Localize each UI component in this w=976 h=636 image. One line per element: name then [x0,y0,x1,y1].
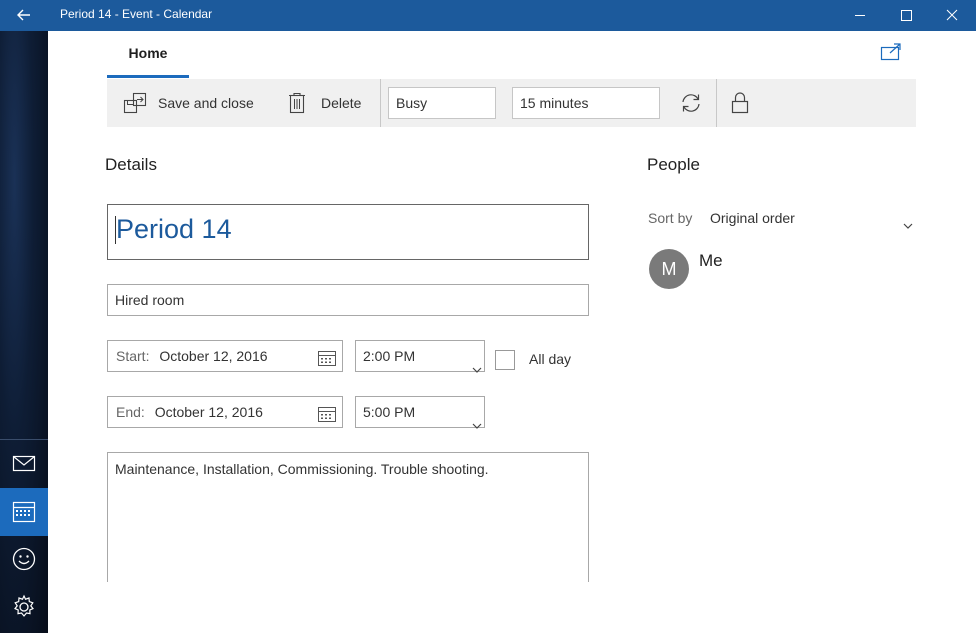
people-heading: People [647,155,700,174]
private-lock-button[interactable] [731,79,749,127]
save-and-close-label: Save and close [158,95,254,111]
smiley-feedback-icon[interactable] [0,535,48,583]
maximize-icon[interactable] [883,0,929,31]
end-date-value: October 12, 2016 [154,404,263,420]
trash-icon [287,91,307,115]
save-and-close-icon [123,91,147,115]
title-bar: Period 14 - Event - Calendar [0,0,976,31]
start-label: Start: [116,348,150,364]
calendar-picker-icon [317,347,337,366]
all-day-checkbox[interactable] [495,350,515,370]
sort-by-dropdown[interactable]: Original order [706,205,916,231]
gear-icon[interactable] [0,583,48,631]
chevron-down-icon [472,353,482,373]
event-title-input[interactable]: Period 14 [107,204,589,260]
all-day-label: All day [529,351,572,367]
tab-home-underline [107,75,189,78]
avatar: M [649,249,689,289]
toolbar-divider [380,79,381,127]
end-time-value: 5:00 PM [363,404,416,420]
toolbar-divider [716,79,717,127]
start-date-picker[interactable]: Start: October 12, 2016 [107,340,343,372]
sort-by-value: Original order [710,210,795,226]
delete-button[interactable]: Delete [287,79,361,127]
event-title-value: Period 14 [116,214,232,244]
save-and-close-button[interactable]: Save and close [123,79,254,127]
back-arrow-icon[interactable] [12,5,36,25]
text-caret [115,216,116,244]
attendee-name: Me [699,251,723,270]
mail-icon[interactable] [0,439,48,487]
repeat-button[interactable] [679,79,703,127]
popout-icon[interactable] [879,41,903,63]
tab-home[interactable]: Home [107,31,189,79]
start-time-value: 2:00 PM [363,348,416,364]
start-date-value: October 12, 2016 [159,348,268,364]
minimize-icon[interactable] [837,0,883,31]
reminder-dropdown[interactable]: 15 minutes [512,87,660,119]
delete-label: Delete [321,95,362,111]
end-label: End: [116,404,145,420]
chevron-down-icon [472,409,482,429]
location-input[interactable]: Hired room [107,284,589,316]
command-toolbar: Save and close Delete Busy 15 minutes [107,79,916,127]
calendar-icon[interactable] [0,488,48,536]
show-as-dropdown[interactable]: Busy [388,87,496,119]
lock-icon [731,91,749,115]
close-icon[interactable] [929,0,975,31]
start-time-dropdown[interactable]: 2:00 PM [355,340,485,373]
event-editor: Home Save and close Delete Busy 15 minut… [48,31,976,633]
details-heading: Details [105,155,157,174]
chevron-down-icon [903,216,913,229]
window-title: Period 14 - Event - Calendar [60,7,213,21]
repeat-icon [679,91,703,115]
calendar-picker-icon [317,403,337,422]
nav-rail [0,31,48,633]
sort-by-label: Sort by [648,210,693,226]
end-date-picker[interactable]: End: October 12, 2016 [107,396,343,428]
notes-textarea[interactable]: Maintenance, Installation, Commissioning… [107,452,589,582]
end-time-dropdown[interactable]: 5:00 PM [355,396,485,429]
